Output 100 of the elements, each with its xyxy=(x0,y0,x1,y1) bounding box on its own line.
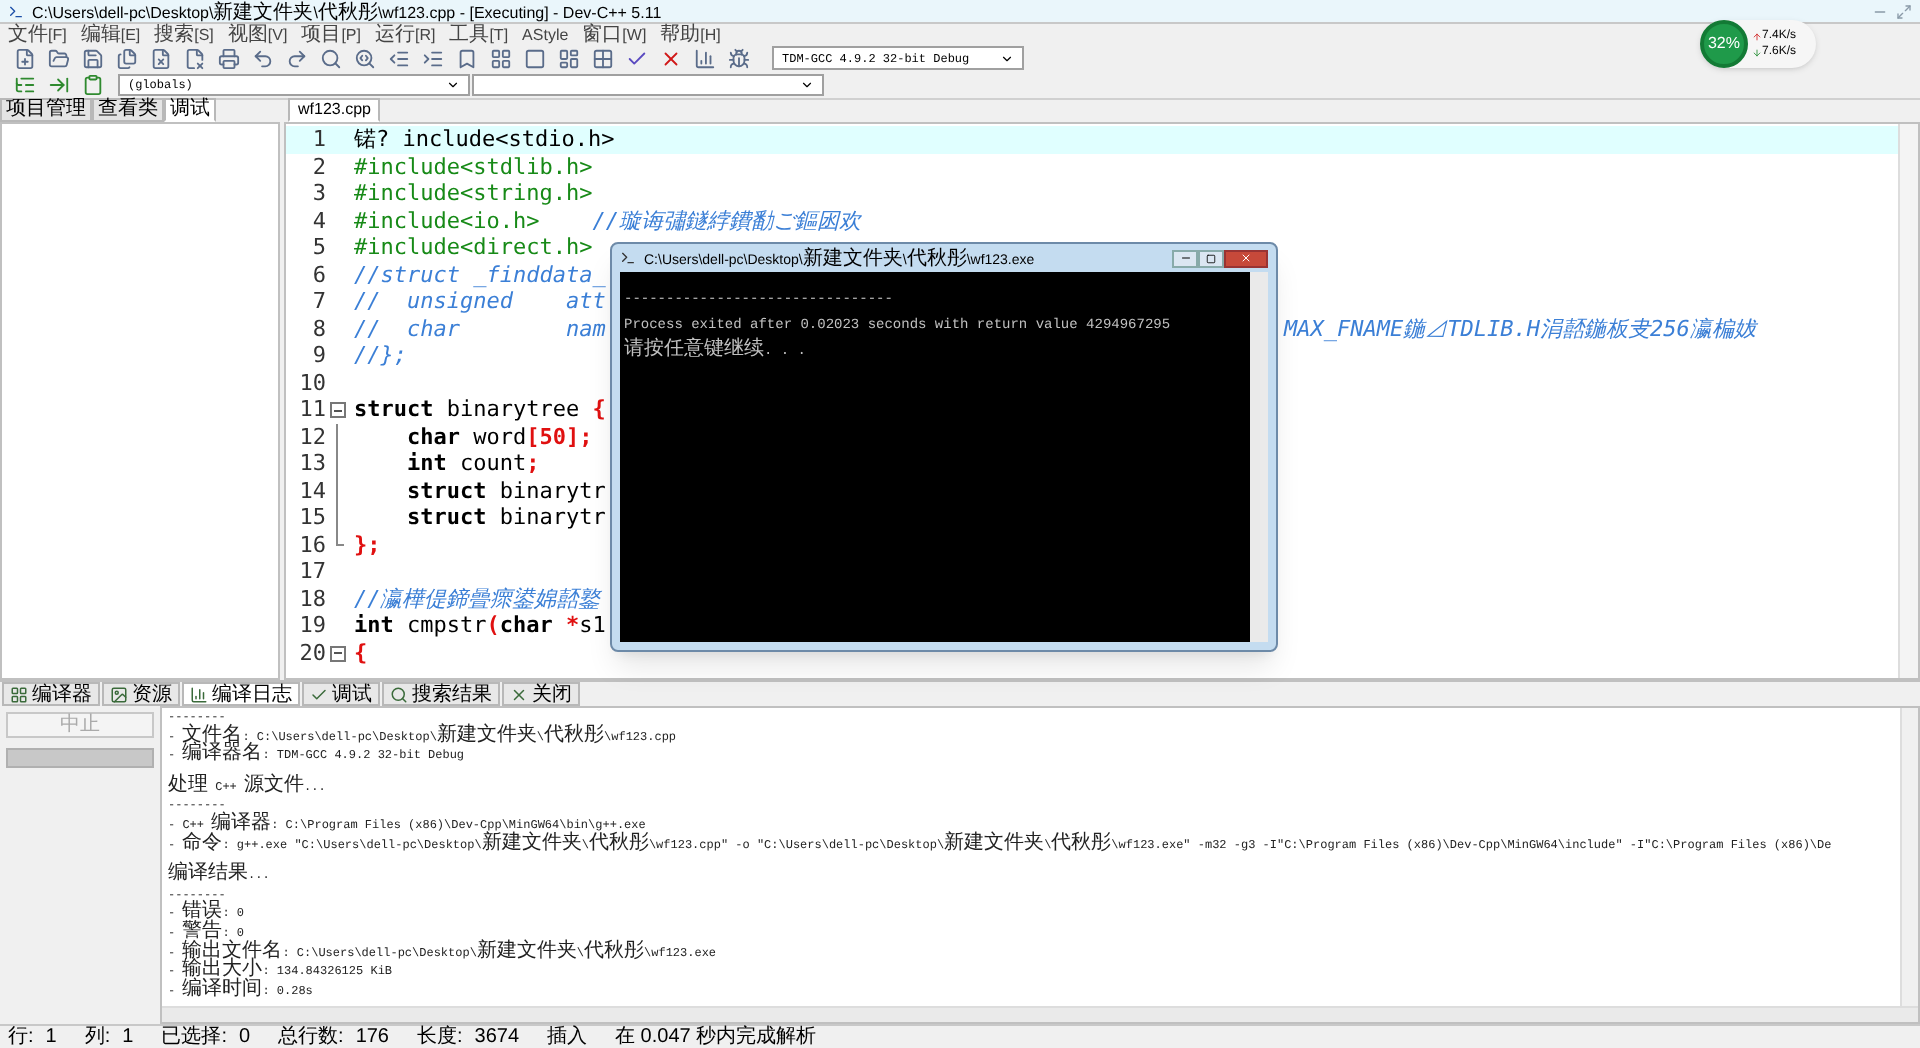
menu-item[interactable]: 窗口[W] xyxy=(582,22,647,46)
upload-icon xyxy=(1752,31,1762,41)
status-value: 1 xyxy=(45,1026,57,1048)
symbol-select[interactable] xyxy=(472,74,824,96)
fold-end-line xyxy=(336,531,344,545)
menu-item[interactable]: 搜索[S] xyxy=(154,22,214,46)
code-line: // unsigned att xyxy=(354,288,606,315)
grid-icon xyxy=(489,47,511,69)
line-number: 13 xyxy=(297,450,326,477)
scrollbar[interactable] xyxy=(162,1006,1918,1022)
close-icon xyxy=(1240,252,1252,264)
line-number: 20 xyxy=(297,639,326,666)
maximize-icon xyxy=(1206,253,1216,263)
menu-item[interactable]: 运行[R] xyxy=(374,22,436,46)
grid-icon xyxy=(10,685,28,703)
status-value: 1 xyxy=(122,1026,134,1048)
line-number: 6 xyxy=(310,261,326,288)
line-number: 1 xyxy=(310,126,326,153)
code-line: struct binarytree { xyxy=(354,396,606,423)
code-line: //struct _finddata_ xyxy=(354,261,606,288)
cross-icon xyxy=(659,47,681,69)
panel-tab[interactable]: 项目管理 xyxy=(0,98,92,122)
panel-tab[interactable]: 关闭 xyxy=(502,682,580,706)
usage-indicator: 32% xyxy=(1700,20,1748,68)
line-number: 11 xyxy=(297,396,326,423)
maximize-button[interactable] xyxy=(1198,249,1224,267)
line-number: 9 xyxy=(310,342,326,369)
panel-tab[interactable]: 搜索结果 xyxy=(382,682,500,706)
line-number: 8 xyxy=(310,315,326,342)
line-number: 3 xyxy=(310,180,326,207)
status-label: 总行数: xyxy=(278,1026,344,1048)
scrollbar[interactable] xyxy=(1900,708,1918,1006)
new-file-icon xyxy=(13,47,35,69)
line-number: 12 xyxy=(297,423,326,450)
code-line: //瀛樺偍鍗曡瘝鍙婂嚭鐜 xyxy=(354,585,601,612)
image-icon xyxy=(110,685,128,703)
file-tab[interactable]: wf123.cpp xyxy=(288,98,381,122)
search-icon xyxy=(319,47,341,69)
line-number: 17 xyxy=(297,558,326,585)
menu-item[interactable]: 文件[F] xyxy=(8,22,67,46)
menu-item[interactable]: 帮助[H] xyxy=(660,22,721,46)
fold-toggle[interactable] xyxy=(329,645,345,661)
search-icon xyxy=(390,685,408,703)
indent-icon xyxy=(421,47,443,69)
window-icon xyxy=(523,47,545,69)
menu-item[interactable]: 项目[P] xyxy=(301,22,361,46)
line-number: 15 xyxy=(297,504,326,531)
panel-tab[interactable]: 查看类 xyxy=(92,98,164,122)
maximize-icon[interactable] xyxy=(1896,3,1912,19)
save-icon xyxy=(81,47,103,69)
code-line: #include<direct.h> xyxy=(354,234,593,261)
fold-toggle[interactable] xyxy=(329,402,345,418)
code-line: #include<stdlib.h> xyxy=(354,153,593,180)
menu-item[interactable]: AStyle xyxy=(522,22,569,46)
code-line: int count; xyxy=(404,450,540,477)
redo-icon xyxy=(285,47,307,69)
bug-icon xyxy=(727,47,749,69)
undo-icon xyxy=(251,47,273,69)
bar-chart-icon xyxy=(693,47,715,69)
close-button[interactable] xyxy=(1224,249,1268,267)
status-value: 176 xyxy=(355,1026,389,1048)
code-line: #include<string.h> xyxy=(354,180,593,207)
panel-tab[interactable]: 资源 xyxy=(102,682,180,706)
download-icon xyxy=(1752,47,1762,57)
code-line: int cmpstr(char *s1 xyxy=(354,612,606,639)
panel-tab[interactable]: 编译器 xyxy=(2,682,100,706)
close-icon xyxy=(510,685,528,703)
folder-icon xyxy=(47,47,69,69)
arrow-icon xyxy=(47,74,69,96)
code-line: { xyxy=(354,639,368,666)
caret-icon xyxy=(800,78,814,92)
dashboard-icon xyxy=(557,47,579,69)
code-line: struct binarytr xyxy=(404,504,606,531)
status-label: 插入 xyxy=(547,1026,588,1048)
panel-tab[interactable]: 调试 xyxy=(164,98,216,122)
check-icon xyxy=(625,47,647,69)
app-icon xyxy=(8,3,24,19)
code-line: //}; xyxy=(354,342,407,369)
search-icon xyxy=(353,47,375,69)
print-icon xyxy=(217,47,239,69)
console-icon xyxy=(620,250,636,266)
scrollbar[interactable] xyxy=(1898,124,1918,678)
window-title: C:\Users\dell-pc\Desktop\新建文件夹\代秋彤\wf123.cpp - [Executing] - Dev-C++ 5.11 xyxy=(32,0,662,24)
line-number: 7 xyxy=(310,288,326,315)
check-icon xyxy=(310,685,328,703)
menu-item[interactable]: 视图[V] xyxy=(227,22,288,46)
line-number: 4 xyxy=(310,207,326,234)
status-label: 列: xyxy=(84,1026,111,1048)
panel-tab[interactable]: 调试 xyxy=(302,682,380,706)
menu-item[interactable]: 编辑[E] xyxy=(80,22,141,46)
bar-chart-icon xyxy=(190,685,208,703)
code-line: 锘? include<stdio.h> xyxy=(354,126,615,153)
line-number: 14 xyxy=(297,477,326,504)
minimize-button[interactable] xyxy=(1172,249,1198,267)
line-number: 5 xyxy=(310,234,326,261)
scrollbar[interactable] xyxy=(1250,272,1268,642)
panel-tab[interactable]: 编译日志 xyxy=(182,682,300,706)
menu-item[interactable]: 工具[T] xyxy=(449,22,509,46)
code-line: struct binarytr xyxy=(404,477,606,504)
bookmark-icon xyxy=(455,47,477,69)
